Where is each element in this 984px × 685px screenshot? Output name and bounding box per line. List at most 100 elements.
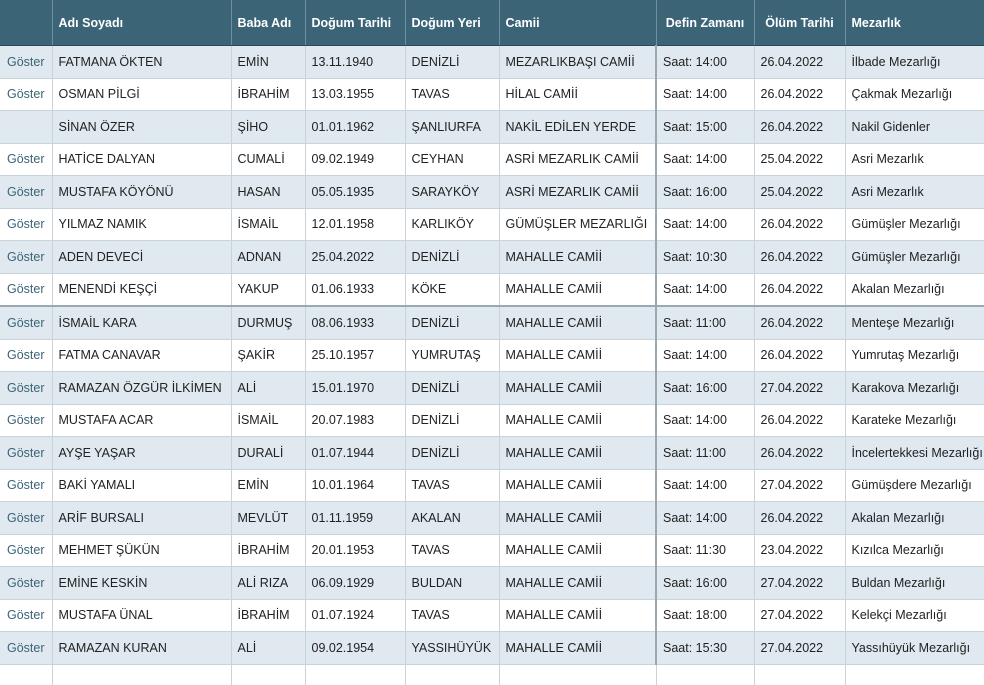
show-link[interactable]: Göster — [7, 446, 45, 460]
cell-father: ALİ RIZA — [231, 566, 306, 600]
cell-birth-place: YUMRUTAŞ — [405, 339, 500, 372]
table-row: Göster MUSTAFA ACAR İSMAİL 20.07.1983 DENİZL… — [0, 404, 984, 437]
show-link[interactable]: Göster — [7, 608, 45, 622]
empty-cell — [499, 664, 657, 685]
show-link[interactable]: Göster — [7, 348, 45, 362]
table-row: Göster FATMA CANAVAR ŞAKİR 25.10.1957 YUMRUT… — [0, 339, 984, 372]
cell-cemetery: Asri Mezarlık — [845, 143, 984, 176]
cell-mosque: MAHALLE CAMİİ — [499, 566, 657, 600]
cell-father: ADNAN — [231, 240, 306, 274]
cell-death-date: 26.04.2022 — [754, 273, 846, 307]
empty-cell — [754, 664, 846, 685]
show-link[interactable]: Göster — [7, 250, 45, 264]
cell-cemetery: Buldan Mezarlığı — [845, 566, 984, 600]
table-row-partial — [0, 664, 984, 685]
cell-cemetery: Gümüşdere Mezarlığı — [845, 469, 984, 502]
cell-name: SİNAN ÖZER — [52, 110, 232, 144]
header-father[interactable]: Baba Adı — [231, 0, 306, 46]
cell-name: ADEN DEVECİ — [52, 240, 232, 274]
cell-death-date: 27.04.2022 — [754, 371, 846, 405]
cell-father: İSMAİL — [231, 404, 306, 437]
show-link[interactable]: Göster — [7, 478, 45, 492]
burial-records-table: Adı Soyadı Baba Adı Doğum Tarihi Doğum Y… — [0, 0, 984, 685]
cell-birth-date: 01.06.1933 — [305, 273, 406, 307]
table-row: Göster ARİF BURSALI MEVLÜT 01.11.1959 AKALAN… — [0, 501, 984, 535]
cell-name: ARİF BURSALI — [52, 501, 232, 535]
cell-burial-time: Saat: 18:00 — [655, 599, 755, 632]
table-row: Göster FATMANA ÖKTEN EMİN 13.11.1940 DENİZLİ… — [0, 45, 984, 79]
cell-birth-place: TAVAS — [405, 469, 500, 502]
cell-father: ALİ — [231, 371, 306, 405]
table-row: Göster MENENDİ KEŞÇİ YAKUP 01.06.1933 KÖKE MA… — [0, 273, 984, 307]
cell-death-date: 27.04.2022 — [754, 631, 846, 665]
show-link[interactable]: Göster — [7, 152, 45, 166]
show-link[interactable]: Göster — [7, 217, 45, 231]
cell-cemetery: Nakil Gidenler — [845, 110, 984, 144]
show-link[interactable]: Göster — [7, 381, 45, 395]
show-link[interactable]: Göster — [7, 87, 45, 101]
show-link[interactable]: Göster — [7, 316, 45, 330]
header-burial-time[interactable]: Defin Zamanı — [656, 0, 755, 46]
cell-burial-time: Saat: 10:30 — [655, 240, 755, 274]
empty-cell — [305, 664, 406, 685]
show-link[interactable]: Göster — [7, 543, 45, 557]
cell-cemetery: Yumrutaş Mezarlığı — [845, 339, 984, 372]
table-row: Göster EMİNE KESKİN ALİ RIZA 06.09.1929 BULD… — [0, 566, 984, 600]
cell-cemetery: İncelertekkesi Mezarlığı — [845, 436, 984, 470]
header-cemetery[interactable]: Mezarlık — [845, 0, 984, 46]
show-link[interactable]: Göster — [7, 55, 45, 69]
show-cell — [0, 110, 53, 144]
table-row: Göster OSMAN PİLGİ İBRAHİM 13.03.1955 TAVAS H… — [0, 78, 984, 111]
cell-mosque: NAKİL EDİLEN YERDE — [499, 110, 657, 144]
cell-name: EMİNE KESKİN — [52, 566, 232, 600]
empty-cell — [405, 664, 500, 685]
cell-death-date: 26.04.2022 — [754, 240, 846, 274]
show-cell: Göster — [0, 208, 53, 241]
table-row: Göster MUSTAFA KÖYÖNÜ HASAN 05.05.1935 SARAY… — [0, 175, 984, 209]
cell-birth-place: AKALAN — [405, 501, 500, 535]
header-mosque[interactable]: Camii — [499, 0, 657, 46]
header-birth-place[interactable]: Doğum Yeri — [405, 0, 500, 46]
cell-name: MENENDİ KEŞÇİ — [52, 273, 232, 307]
table-body: Göster FATMANA ÖKTEN EMİN 13.11.1940 DENİZLİ… — [0, 45, 984, 685]
cell-father: İSMAİL — [231, 208, 306, 241]
cell-birth-place: KARLIKÖY — [405, 208, 500, 241]
cell-cemetery: Yassıhüyük Mezarlığı — [845, 631, 984, 665]
cell-cemetery: Kızılca Mezarlığı — [845, 534, 984, 567]
cell-name: RAMAZAN KURAN — [52, 631, 232, 665]
cell-name: MEHMET ŞÜKÜN — [52, 534, 232, 567]
cell-birth-place: SARAYKÖY — [405, 175, 500, 209]
show-link[interactable]: Göster — [7, 641, 45, 655]
header-death-date[interactable]: Ölüm Tarihi — [754, 0, 846, 46]
show-link[interactable]: Göster — [7, 282, 45, 296]
cell-father: ŞİHO — [231, 110, 306, 144]
show-link[interactable]: Göster — [7, 413, 45, 427]
header-birth-date[interactable]: Doğum Tarihi — [305, 0, 406, 46]
cell-death-date: 26.04.2022 — [754, 501, 846, 535]
cell-burial-time: Saat: 11:00 — [655, 305, 755, 340]
header-name[interactable]: Adı Soyadı — [52, 0, 232, 46]
cell-birth-date: 10.01.1964 — [305, 469, 406, 502]
table-row: SİNAN ÖZER ŞİHO 01.01.1962 ŞANLIURFA NAKİL E… — [0, 110, 984, 144]
cell-mosque: MAHALLE CAMİİ — [499, 240, 657, 274]
cell-birth-place: DENİZLİ — [405, 305, 500, 340]
show-link[interactable]: Göster — [7, 576, 45, 590]
cell-birth-place: BULDAN — [405, 566, 500, 600]
empty-cell — [656, 664, 755, 685]
cell-birth-date: 01.11.1959 — [305, 501, 406, 535]
show-cell: Göster — [0, 599, 53, 632]
show-cell: Göster — [0, 534, 53, 567]
cell-birth-place: KÖKE — [405, 273, 500, 307]
cell-burial-time: Saat: 14:00 — [655, 469, 755, 502]
show-cell: Göster — [0, 240, 53, 274]
empty-cell — [845, 664, 984, 685]
cell-father: DURMUŞ — [231, 305, 306, 340]
cell-mosque: MEZARLIKBAŞI CAMİİ — [499, 45, 657, 79]
show-link[interactable]: Göster — [7, 511, 45, 525]
cell-burial-time: Saat: 16:00 — [655, 566, 755, 600]
cell-name: MUSTAFA ACAR — [52, 404, 232, 437]
cell-cemetery: Akalan Mezarlığı — [845, 273, 984, 307]
show-link[interactable]: Göster — [7, 185, 45, 199]
cell-name: OSMAN PİLGİ — [52, 78, 232, 111]
cell-burial-time: Saat: 11:30 — [655, 534, 755, 567]
